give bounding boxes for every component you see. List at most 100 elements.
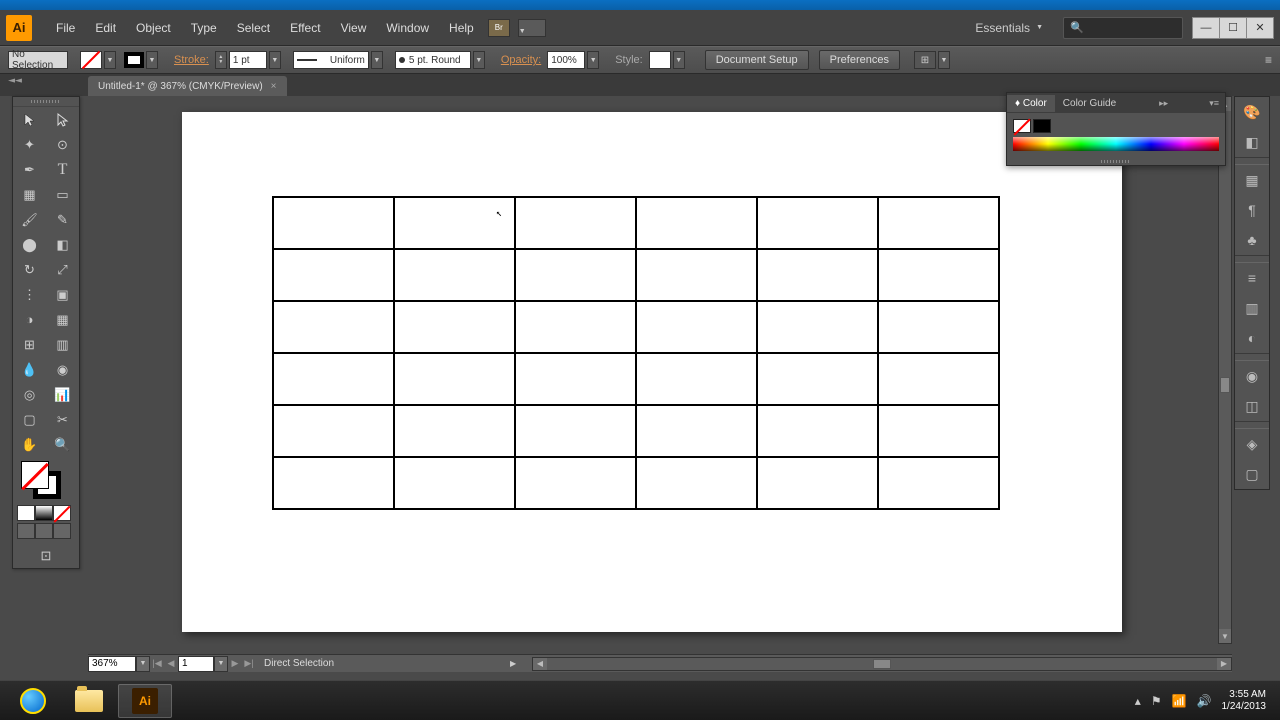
vscroll-thumb[interactable]: [1220, 377, 1230, 393]
magic-wand-tool[interactable]: ✦: [13, 132, 46, 157]
scroll-right-button[interactable]: ▶: [1217, 658, 1231, 670]
artboards-panel-icon[interactable]: ▢: [1235, 459, 1269, 489]
scroll-down-button[interactable]: ▼: [1219, 629, 1231, 643]
stroke-swatch[interactable]: [124, 52, 144, 68]
fill-box[interactable]: [21, 461, 49, 489]
scroll-left-button[interactable]: ◀: [533, 658, 547, 670]
type-tool[interactable]: T: [46, 157, 79, 182]
menu-window[interactable]: Window: [376, 17, 439, 39]
draw-inside[interactable]: [53, 523, 71, 539]
style-dropdown[interactable]: ▼: [673, 51, 685, 69]
gradient-mode[interactable]: [35, 505, 53, 521]
line-tool[interactable]: ▦: [13, 182, 46, 207]
rectangle-tool[interactable]: ▭: [46, 182, 79, 207]
preferences-button[interactable]: Preferences: [819, 50, 900, 70]
stroke-panel-icon[interactable]: ≡: [1235, 263, 1269, 293]
artboard-nav-dropdown[interactable]: ▼: [214, 656, 228, 672]
close-button[interactable]: ✕: [1246, 17, 1274, 39]
panel-stroke-swatch[interactable]: [1033, 119, 1051, 133]
brush-dropdown[interactable]: ▼: [473, 51, 485, 69]
horizontal-scrollbar[interactable]: ◀ ▶: [532, 657, 1232, 671]
eyedropper-tool[interactable]: 💧: [13, 357, 46, 382]
direct-selection-tool[interactable]: [46, 107, 79, 132]
status-menu-icon[interactable]: ▶: [510, 659, 524, 668]
brush-select[interactable]: 5 pt. Round: [395, 51, 471, 69]
profile-select[interactable]: Uniform: [293, 51, 369, 69]
fill-swatch[interactable]: [80, 51, 102, 69]
first-artboard[interactable]: |◀: [150, 656, 164, 672]
minimize-button[interactable]: —: [1192, 17, 1220, 39]
stroke-label[interactable]: Stroke:: [170, 54, 213, 66]
appearance-icon[interactable]: ◉: [1235, 361, 1269, 391]
symbol-sprayer-tool[interactable]: ◎: [13, 382, 46, 407]
brushes-icon[interactable]: ¶: [1235, 195, 1269, 225]
grid-object[interactable]: [272, 196, 1000, 510]
none-mode[interactable]: [53, 505, 71, 521]
menu-file[interactable]: File: [46, 17, 85, 39]
color-guide-icon[interactable]: ◧: [1235, 127, 1269, 157]
tray-chevron-icon[interactable]: ▴: [1135, 694, 1141, 708]
panel-menu-icon[interactable]: ▾≡: [1203, 98, 1225, 109]
paintbrush-tool[interactable]: 🖌: [13, 207, 46, 232]
maximize-button[interactable]: ☐: [1219, 17, 1247, 39]
artboard-tool[interactable]: ▢: [13, 407, 46, 432]
workspace-switcher[interactable]: Essentials▼: [965, 18, 1053, 38]
width-tool[interactable]: ⋮: [13, 282, 46, 307]
stroke-dropdown[interactable]: ▼: [146, 51, 158, 69]
menu-type[interactable]: Type: [181, 17, 227, 39]
collapse-panel-icon[interactable]: ▸▸: [1153, 98, 1174, 109]
gradient-tool[interactable]: ▥: [46, 332, 79, 357]
prev-artboard[interactable]: ◀: [164, 656, 178, 672]
vertical-scrollbar[interactable]: ▲ ▼: [1218, 96, 1232, 644]
align-dropdown[interactable]: ▼: [938, 51, 950, 69]
rotate-tool[interactable]: ↻: [13, 257, 46, 282]
volume-icon[interactable]: 🔊: [1197, 694, 1212, 708]
panel-fill-swatch[interactable]: [1013, 119, 1031, 133]
taskbar-clock[interactable]: 3:55 AM 1/24/2013: [1222, 689, 1267, 713]
blend-tool[interactable]: ◉: [46, 357, 79, 382]
network-icon[interactable]: 📶: [1172, 694, 1187, 708]
draw-normal[interactable]: [17, 523, 35, 539]
fill-stroke-control[interactable]: [21, 461, 61, 499]
hscroll-thumb[interactable]: [873, 659, 891, 669]
app-logo[interactable]: Ai: [6, 15, 32, 41]
selection-tool[interactable]: [13, 107, 46, 132]
shape-builder-tool[interactable]: ◑: [13, 307, 46, 332]
eraser-tool[interactable]: ◧: [46, 232, 79, 257]
next-artboard[interactable]: ▶: [228, 656, 242, 672]
task-illustrator[interactable]: Ai: [118, 684, 172, 718]
task-ie[interactable]: [6, 684, 60, 718]
menu-edit[interactable]: Edit: [85, 17, 126, 39]
pen-tool[interactable]: ✒: [13, 157, 46, 182]
color-panel-icon[interactable]: 🎨: [1235, 97, 1269, 127]
blob-brush-tool[interactable]: ⬤: [13, 232, 46, 257]
tab-close-icon[interactable]: ×: [271, 81, 277, 92]
symbols-icon[interactable]: ♣: [1235, 225, 1269, 255]
graph-tool[interactable]: 📊: [46, 382, 79, 407]
arrange-docs-icon[interactable]: ▼: [518, 19, 546, 37]
menu-object[interactable]: Object: [126, 17, 181, 39]
zoom-dropdown[interactable]: ▼: [136, 656, 150, 672]
action-center-icon[interactable]: ⚑: [1151, 694, 1162, 708]
bridge-icon[interactable]: Br: [488, 19, 510, 37]
color-tab[interactable]: ♦ Color: [1007, 95, 1055, 112]
zoom-input[interactable]: 367%: [88, 656, 136, 672]
artboard[interactable]: ↖: [182, 112, 1122, 632]
opacity-label[interactable]: Opacity:: [497, 54, 545, 66]
expand-panels-icon[interactable]: ◀◀: [8, 77, 22, 84]
color-mode[interactable]: [17, 505, 35, 521]
profile-dropdown[interactable]: ▼: [371, 51, 383, 69]
control-menu-icon[interactable]: ≡: [1265, 53, 1272, 67]
artboard-nav-input[interactable]: 1: [178, 656, 214, 672]
menu-effect[interactable]: Effect: [280, 17, 330, 39]
free-transform-tool[interactable]: ▣: [46, 282, 79, 307]
perspective-tool[interactable]: ▦: [46, 307, 79, 332]
stroke-weight-input[interactable]: 1 pt: [229, 51, 267, 69]
stroke-stepper[interactable]: ▲▼: [215, 51, 227, 69]
slice-tool[interactable]: ✂: [46, 407, 79, 432]
task-explorer[interactable]: [62, 684, 116, 718]
menu-view[interactable]: View: [331, 17, 377, 39]
swatches-icon[interactable]: ▦: [1235, 165, 1269, 195]
gradient-panel-icon[interactable]: ▥: [1235, 293, 1269, 323]
color-spectrum[interactable]: [1013, 137, 1219, 151]
